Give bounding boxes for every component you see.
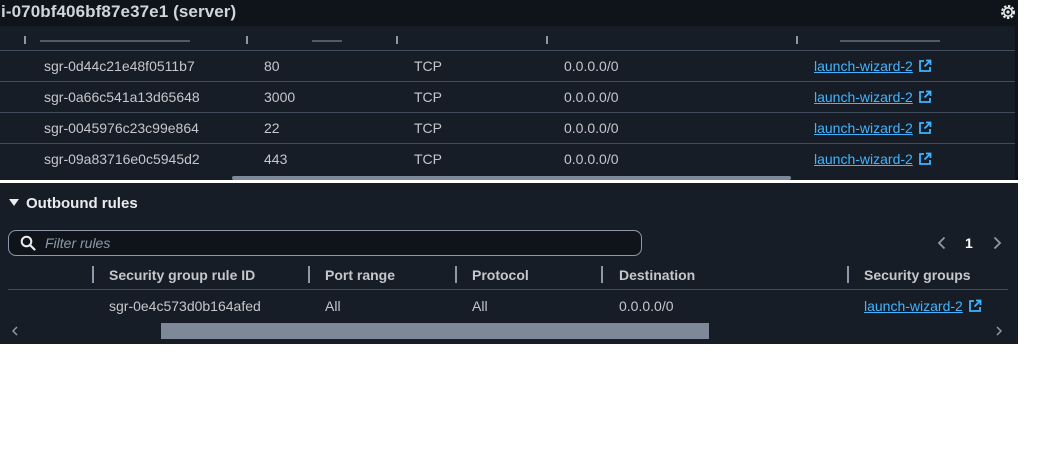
- table-row[interactable]: sgr-0d44c21e48f0511b7 80 TCP 0.0.0.0/0 l…: [0, 50, 1015, 82]
- outbound-rules-panel: Outbound rules 1 Security group rule ID …: [0, 183, 1018, 344]
- security-group-link[interactable]: launch-wizard-2: [864, 298, 982, 314]
- table-row[interactable]: sgr-09a83716e0c5945d2 443 TCP 0.0.0.0/0 …: [0, 143, 1015, 174]
- external-link-icon: [918, 90, 932, 103]
- page-number-button[interactable]: 1: [965, 235, 973, 251]
- security-group-link[interactable]: launch-wizard-2: [814, 151, 932, 167]
- column-header-rule-id[interactable]: Security group rule ID: [109, 267, 255, 283]
- external-link-icon: [918, 121, 932, 134]
- rule-id-cell: sgr-0e4c573d0b164afed: [109, 298, 261, 314]
- protocol-cell: TCP: [414, 58, 442, 74]
- instance-title: i-070bf406bf87e37e1 (server): [1, 2, 237, 21]
- header-text-fragment: [312, 40, 342, 42]
- chevron-right-icon: [993, 236, 1002, 250]
- external-link-icon: [918, 59, 932, 72]
- column-header-port-range[interactable]: Port range: [325, 267, 395, 283]
- security-group-link-label: launch-wizard-2: [814, 120, 913, 136]
- source-cell: 0.0.0.0/0: [564, 151, 619, 167]
- security-group-link[interactable]: launch-wizard-2: [814, 58, 932, 74]
- column-separator[interactable]: [847, 266, 849, 283]
- security-group-link-label: launch-wizard-2: [814, 151, 913, 167]
- scroll-right-button[interactable]: [994, 324, 1004, 336]
- inbound-table-header: [0, 26, 1015, 51]
- gear-icon: [1001, 5, 1015, 19]
- rule-id-cell: sgr-0045976c23c99e864: [44, 120, 199, 136]
- source-cell: 0.0.0.0/0: [564, 89, 619, 105]
- protocol-cell: TCP: [414, 151, 442, 167]
- header-text-fragment: [840, 40, 940, 42]
- outbound-rules-title: Outbound rules: [26, 195, 138, 212]
- external-link-icon: [918, 152, 932, 165]
- instance-header: i-070bf406bf87e37e1 (server): [0, 0, 1018, 26]
- filter-rules-input[interactable]: [45, 233, 625, 253]
- horizontal-scrollbar-thumb[interactable]: [161, 323, 709, 339]
- search-icon: [20, 235, 36, 251]
- source-cell: 0.0.0.0/0: [564, 120, 619, 136]
- outbound-table-header: Security group rule ID Port range Protoc…: [8, 263, 1008, 290]
- security-group-link[interactable]: launch-wizard-2: [814, 120, 932, 136]
- chevron-right-icon: [996, 326, 1003, 336]
- column-header-security-groups[interactable]: Security groups: [864, 267, 971, 283]
- column-separator[interactable]: [601, 266, 603, 283]
- next-page-button[interactable]: [990, 235, 1004, 251]
- external-link-icon: [968, 299, 982, 312]
- table-row[interactable]: sgr-0a66c541a13d65648 3000 TCP 0.0.0.0/0…: [0, 81, 1015, 113]
- security-group-link-label: launch-wizard-2: [814, 58, 913, 74]
- security-group-link[interactable]: launch-wizard-2: [814, 89, 932, 105]
- port-range-cell: All: [325, 298, 341, 314]
- column-separator[interactable]: [455, 266, 457, 283]
- column-header-protocol[interactable]: Protocol: [472, 267, 529, 283]
- port-range-cell: 3000: [264, 89, 296, 105]
- instance-security-view: i-070bf406bf87e37e1 (server) sgr-0d44c21…: [0, 0, 1018, 344]
- source-cell: 0.0.0.0/0: [564, 58, 619, 74]
- settings-button[interactable]: [999, 3, 1017, 21]
- outbound-rules-toggle[interactable]: Outbound rules: [9, 195, 138, 212]
- security-group-link-label: launch-wizard-2: [864, 298, 963, 314]
- column-separator[interactable]: [796, 36, 798, 44]
- column-separator[interactable]: [308, 266, 310, 283]
- filter-rules-field[interactable]: [8, 230, 642, 256]
- protocol-cell: All: [472, 298, 488, 314]
- protocol-cell: TCP: [414, 120, 442, 136]
- table-row[interactable]: sgr-0e4c573d0b164afed All All 0.0.0.0/0 …: [8, 290, 1008, 320]
- scroll-left-button[interactable]: [10, 324, 20, 336]
- security-group-link-label: launch-wizard-2: [814, 89, 913, 105]
- column-separator[interactable]: [396, 36, 398, 44]
- protocol-cell: TCP: [414, 89, 442, 105]
- chevron-left-icon: [11, 326, 18, 336]
- previous-page-button[interactable]: [935, 235, 949, 251]
- rule-id-cell: sgr-0d44c21e48f0511b7: [44, 58, 195, 74]
- column-separator[interactable]: [246, 36, 248, 44]
- port-range-cell: 80: [264, 58, 280, 74]
- inbound-rules-table: sgr-0d44c21e48f0511b7 80 TCP 0.0.0.0/0 l…: [0, 26, 1015, 180]
- rule-id-cell: sgr-09a83716e0c5945d2: [44, 151, 200, 167]
- column-separator[interactable]: [546, 36, 548, 44]
- port-range-cell: 22: [264, 120, 280, 136]
- header-text-fragment: [40, 40, 190, 42]
- column-header-destination[interactable]: Destination: [619, 267, 695, 283]
- rule-id-cell: sgr-0a66c541a13d65648: [44, 89, 200, 105]
- table-row[interactable]: sgr-0045976c23c99e864 22 TCP 0.0.0.0/0 l…: [0, 112, 1015, 144]
- column-separator[interactable]: [92, 266, 94, 283]
- caret-down-icon: [9, 199, 19, 206]
- port-range-cell: 443: [264, 151, 288, 167]
- column-separator[interactable]: [24, 36, 26, 44]
- destination-cell: 0.0.0.0/0: [619, 298, 674, 314]
- chevron-left-icon: [937, 236, 946, 250]
